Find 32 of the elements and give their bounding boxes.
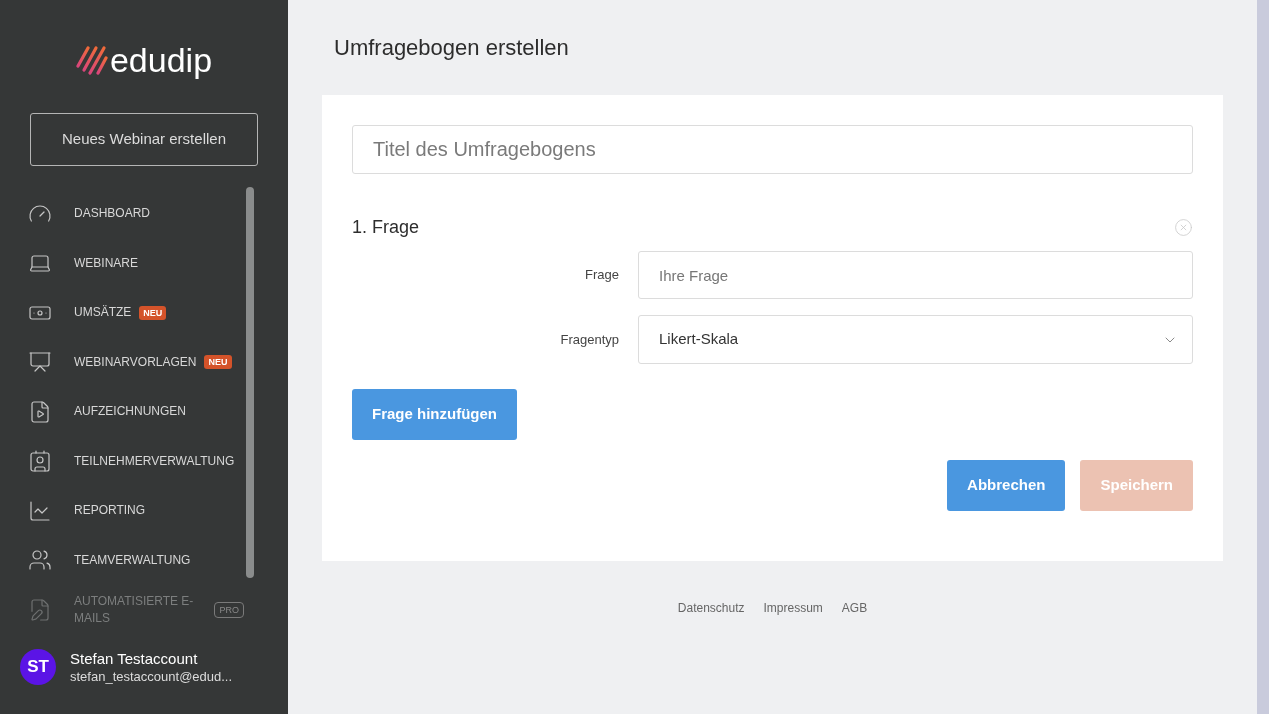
scrollbar-thumb[interactable] bbox=[246, 187, 254, 578]
question-type-select[interactable]: Likert-Skala bbox=[638, 315, 1193, 364]
nav-link[interactable]: DASHBOARD bbox=[74, 205, 150, 223]
title-input[interactable]: Titel des Umfragebogens bbox=[352, 125, 1193, 174]
nav-link[interactable]: AUFZEICHNUNGEN bbox=[74, 403, 186, 421]
footer-link[interactable]: AGB bbox=[841, 601, 868, 615]
user-email: stefan_testaccount@edud... bbox=[70, 667, 233, 686]
question-input[interactable]: Ihre Frage bbox=[638, 251, 1193, 299]
logo-wordmark: edudip bbox=[109, 39, 213, 80]
new-webinar-button[interactable]: Neues Webinar erstellen bbox=[30, 113, 258, 166]
pro-badge: PRO bbox=[214, 601, 244, 618]
nav-link[interactable]: UMSÄTZE bbox=[74, 304, 132, 322]
nav-link[interactable]: TEILNEHMERVERWALTUNG bbox=[74, 452, 235, 470]
footer-link[interactable]: Impressum bbox=[763, 601, 823, 615]
new-badge: NEU bbox=[204, 355, 232, 370]
nav-link[interactable]: WEBINARE bbox=[74, 254, 138, 272]
logo-stripes-icon bbox=[75, 43, 108, 76]
footer-link[interactable]: Datenschutz bbox=[677, 601, 745, 615]
nav-link[interactable]: REPORTING bbox=[74, 502, 146, 520]
new-badge: NEU bbox=[139, 305, 167, 320]
user-name: Stefan Testaccount bbox=[70, 648, 199, 668]
page-title: Umfragebogen erstellen bbox=[334, 34, 569, 62]
user-avatar[interactable]: ST bbox=[20, 649, 56, 685]
file-pen-icon bbox=[28, 597, 52, 622]
contact-card-icon bbox=[28, 449, 52, 474]
video-file-icon bbox=[28, 399, 52, 424]
field-label: Frage bbox=[584, 266, 619, 285]
close-icon[interactable] bbox=[1174, 217, 1193, 237]
nav-link[interactable]: WEBINARVORLAGEN bbox=[74, 353, 197, 371]
nav-link[interactable]: TEAMVERWALTUNG bbox=[74, 551, 191, 569]
field-label: Fragentyp bbox=[559, 330, 619, 349]
question-heading: 1. Frage bbox=[352, 215, 420, 239]
